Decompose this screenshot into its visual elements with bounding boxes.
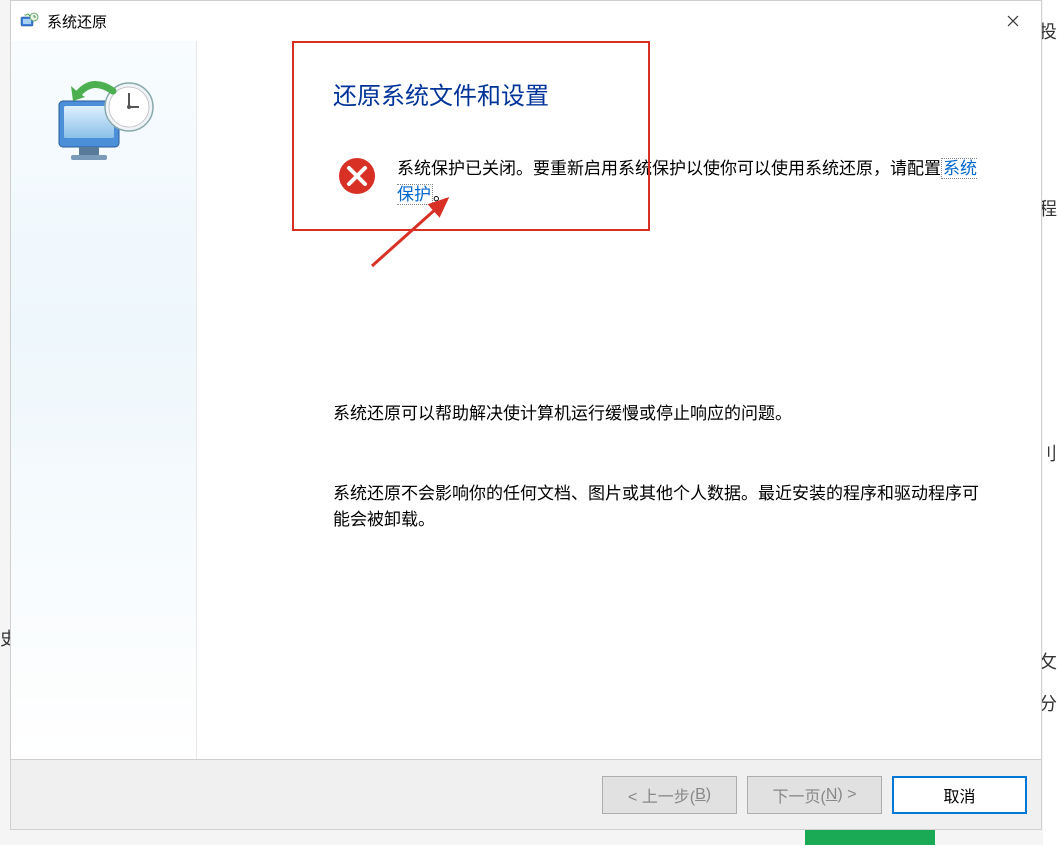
dialog-body: 还原系统文件和设置 系统保护已关闭。要重新启用系统保护以使你可以使用系统还原，请… [11, 41, 1041, 759]
error-text-after: 。 [433, 185, 450, 204]
app-icon [19, 11, 39, 31]
error-text: 系统保护已关闭。要重新启用系统保护以使你可以使用系统还原，请配置系统保护。 [397, 156, 981, 207]
system-restore-icon [51, 71, 161, 186]
wizard-sidebar [11, 41, 197, 759]
back-button-prefix: < 上一步( [628, 783, 695, 807]
next-button: 下一页(N) > [747, 776, 882, 814]
titlebar: 系统还原 [11, 1, 1041, 41]
page-heading: 还原系统文件和设置 [333, 76, 549, 111]
window-title: 系统还原 [47, 11, 993, 32]
error-text-before: 系统保护已关闭。要重新启用系统保护以使你可以使用系统还原，请配置 [397, 159, 941, 178]
description-paragraph-1: 系统还原可以帮助解决使计算机运行缓慢或停止响应的问题。 [333, 401, 981, 427]
system-restore-dialog: 系统还原 [10, 0, 1042, 830]
description-paragraph-2: 系统还原不会影响你的任何文档、图片或其他个人数据。最近安装的程序和驱动程序可能会… [333, 481, 981, 532]
back-button: < 上一步(B) [602, 776, 737, 814]
background-strip [1043, 0, 1057, 845]
next-button-letter: N [826, 786, 838, 804]
cancel-button[interactable]: 取消 [892, 776, 1027, 814]
back-button-suffix: ) [706, 786, 711, 804]
next-button-prefix: 下一页( [772, 783, 825, 807]
error-icon [337, 156, 377, 196]
next-button-suffix: ) > [837, 786, 856, 804]
wizard-content: 还原系统文件和设置 系统保护已关闭。要重新启用系统保护以使你可以使用系统还原，请… [197, 41, 1041, 759]
error-message-row: 系统保护已关闭。要重新启用系统保护以使你可以使用系统还原，请配置系统保护。 [337, 156, 981, 207]
back-button-letter: B [695, 786, 706, 804]
wizard-footer: < 上一步(B) 下一页(N) > 取消 [11, 759, 1041, 829]
close-button[interactable] [993, 6, 1033, 36]
background-green-button-fragment [805, 830, 935, 845]
